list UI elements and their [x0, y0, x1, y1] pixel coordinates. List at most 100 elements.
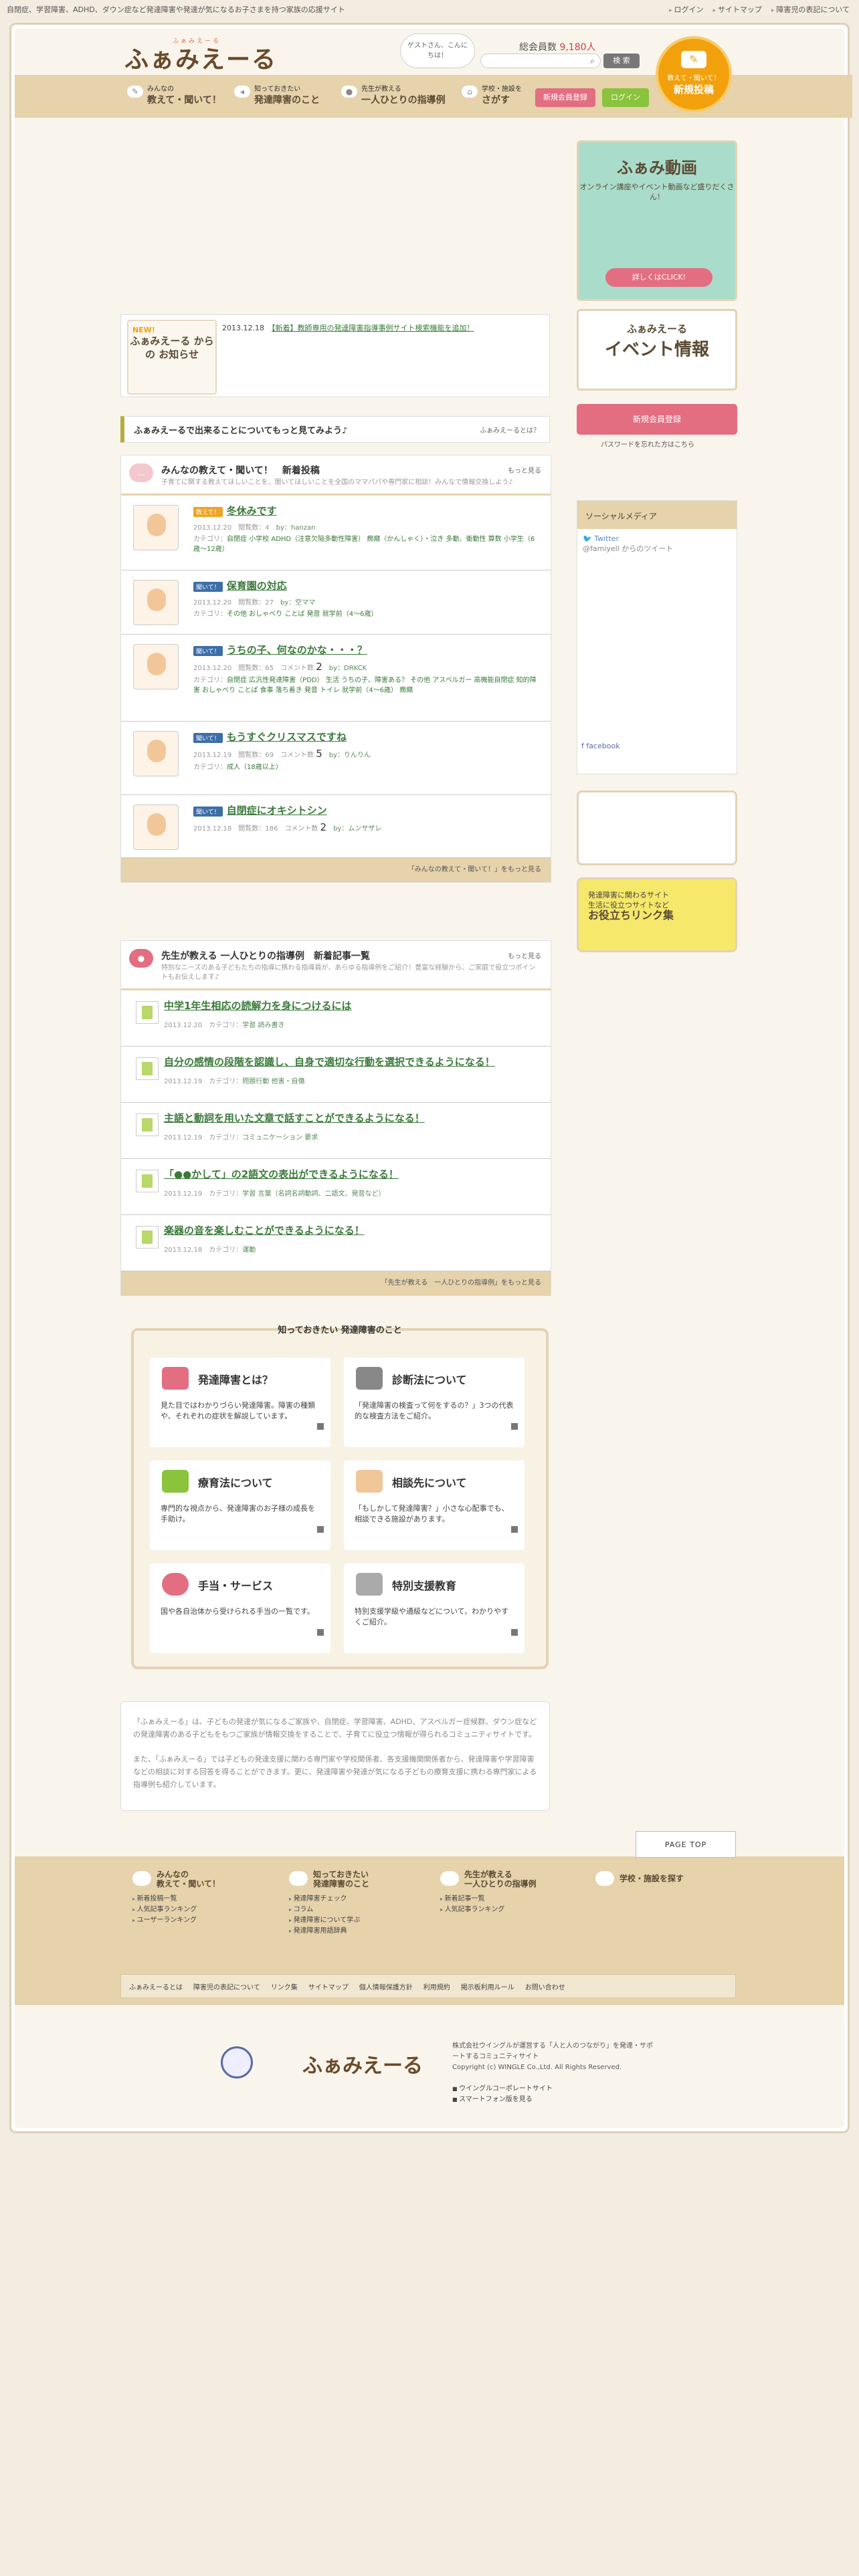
footer-col-heading[interactable]: 知っておきたい 発達障害のこと	[289, 1870, 369, 1889]
cat-values[interactable]: その他 おしゃべり ことば 発音 就学前（4〜6歳）	[227, 611, 377, 618]
login-link[interactable]: ログイン	[669, 4, 704, 15]
nav-teacher[interactable]: ● 先生が教える 一人ひとりの指導例	[335, 79, 455, 116]
logo-kana: ふぁみえーる	[173, 38, 221, 45]
footer-link[interactable]: 障害児の表記について	[193, 1981, 260, 1992]
event-banner[interactable]: ふぁみえーる イベント情報	[577, 309, 737, 391]
register-button[interactable]: 新規会員登録	[535, 88, 595, 107]
post-author[interactable]: by：DRKCK	[329, 665, 367, 672]
card-consult[interactable]: 相談先について 「もしかして発達障害？」小さな心配事でも、相談できる施設があります…	[344, 1461, 524, 1550]
post-title[interactable]: もうすぐクリスマスですね	[227, 731, 347, 743]
notation-link[interactable]: 障害児の表記について	[771, 4, 850, 15]
card-diagnosis[interactable]: 診断法について 「発達障害の検査って何をするの？」3つの代表的な検査方法をご紹介。	[344, 1358, 524, 1447]
card-special-education[interactable]: 特別支援教育 特別支援学級や通級などについて、わかりやすくご紹介。	[344, 1564, 524, 1653]
footer-link[interactable]: 人気記事ランキング	[132, 1905, 220, 1915]
teacher-more-link[interactable]: もっと見る	[508, 950, 541, 960]
qa-footer-link[interactable]: 「みんなの教えて・聞いて！」をもっと見る	[121, 858, 551, 882]
article-cat[interactable]: 問題行動 他害・自傷	[242, 1078, 304, 1085]
post-author[interactable]: by：hanzan	[276, 524, 316, 532]
post-author[interactable]: by：ムンサザレ	[333, 825, 381, 833]
article-title[interactable]: 楽器の音を楽しむことができるようになる！	[164, 1223, 541, 1237]
footer-link[interactable]: 利用規約	[423, 1981, 450, 1992]
forgot-password-link[interactable]: パスワードを忘れた方はこちら	[601, 439, 694, 449]
news-text[interactable]: 【新着】教師専用の発達障害指導事例サイト検索機能を追加！	[272, 324, 474, 332]
guest-greeting: ゲストさん、こんにちは！	[400, 33, 475, 68]
banner-area	[120, 120, 550, 301]
avatar	[133, 804, 179, 850]
post-title[interactable]: 保育園の対応	[227, 580, 287, 592]
video-title: ふぁみ動画	[617, 158, 697, 177]
twitter-widget[interactable]: 🐦 Twitter @famiyell からのツイート	[577, 529, 737, 554]
side-register-button[interactable]: 新規会員登録	[577, 404, 737, 435]
qa-more-link[interactable]: もっと見る	[508, 465, 541, 475]
cat-values[interactable]: 自閉症 広汎性発達障害（PDD） 生活 うちの子、障害ある？ その他 アスペルガ…	[193, 677, 537, 694]
news-item[interactable]: 2013.12.18 【新着】教師専用の発達障害指導事例サイト検索機能を追加！	[222, 322, 474, 333]
nav-qa[interactable]: ✎ みんなの 教えて・聞いて！	[120, 79, 227, 116]
footer-link[interactable]: リンク集	[271, 1981, 298, 1992]
footer-col-heading[interactable]: 先生が教える 一人ひとりの指導例	[440, 1870, 537, 1889]
footer-link[interactable]: 掲示板利用ルール	[461, 1981, 514, 1992]
nav-school[interactable]: ⌂ 学校・施設を さがす	[455, 79, 542, 116]
footer-link[interactable]: 人気記事ランキング	[440, 1905, 537, 1915]
member-label: 総会員数	[519, 42, 557, 53]
video-click-button[interactable]: 詳しくはCLICK!	[605, 268, 712, 287]
avatar	[133, 731, 179, 776]
footer-link[interactable]: 新着記事一覧	[440, 1894, 537, 1905]
footer-link[interactable]: 新着投稿一覧	[132, 1894, 220, 1905]
post-author[interactable]: by：りんりん	[329, 752, 371, 759]
about-link[interactable]: ふぁみえーるとは？	[480, 425, 540, 435]
article-title[interactable]: 中学1年生相応の読解力を身につけるには	[164, 998, 541, 1012]
new-post-button[interactable]: ✎ 教えて・聞いて！ 新規投稿	[656, 36, 732, 112]
arrow-icon	[317, 1629, 324, 1636]
links-banner[interactable]: 発達障害に関わるサイト 生活に役立つサイトなど お役立ちリンク集	[577, 877, 737, 952]
card-about-disorder[interactable]: 発達障害とは？ 見た目ではわかりづらい発達障害。障害の種類や、それぞれの症状を解説…	[150, 1358, 330, 1447]
login-button[interactable]: ログイン	[602, 88, 649, 107]
cat-label: カテゴリ：	[193, 611, 227, 618]
article-title[interactable]: 主語と動詞を用いた文章で話すことができるようになる！	[164, 1111, 541, 1125]
post-title[interactable]: うちの子、何なのかな・・・？	[227, 644, 367, 656]
article-cat[interactable]: 学習 言葉（名詞名詞動詞、二語文、発音など）	[242, 1190, 385, 1198]
video-banner[interactable]: ふぁみ動画 オンライン講座やイベント動画など盛りだくさん！ 詳しくはCLICK!	[577, 140, 737, 301]
article-meta: 2013.12.18 カテゴリ：運動	[164, 1247, 256, 1254]
footer-link[interactable]: お問い合わせ	[525, 1981, 565, 1992]
footer-link[interactable]: サイトマップ	[308, 1981, 349, 1992]
corporate-link[interactable]: ウイングルコーポレートサイト	[452, 2084, 553, 2095]
nav-hattatsu[interactable]: ◂ 知っておきたい 発達障害のこと	[227, 79, 335, 116]
footer-logo[interactable]: ふぁみえーる	[302, 2049, 423, 2078]
article-cat[interactable]: 運動	[242, 1247, 256, 1254]
footer-link[interactable]: ユーザーランキング	[132, 1915, 220, 1926]
cat-label: カテゴリ：	[193, 677, 227, 684]
article-cat[interactable]: 学習 読み書き	[242, 1022, 284, 1029]
post-title[interactable]: 冬休みです	[227, 505, 277, 517]
news-date: 2013.12.18	[222, 324, 264, 332]
article-cat[interactable]: コミュニケーション 要求	[242, 1134, 318, 1142]
footer-link[interactable]: コラム	[289, 1905, 369, 1915]
footer-link[interactable]: ふぁみえーるとは	[129, 1981, 183, 1992]
cat-values[interactable]: 成人（18歳以上）	[227, 764, 282, 771]
sitemap-link[interactable]: サイトマップ	[713, 4, 762, 15]
footer-col-heading[interactable]: みんなの 教えて・聞いて！	[132, 1870, 220, 1889]
newpost-small: 教えて・聞いて！	[667, 75, 721, 82]
article-title[interactable]: 「●●かして」の2語文の表出ができるようになる！	[164, 1167, 541, 1181]
teacher-footer-link[interactable]: 「先生が教える 一人ひとりの指導例」をもっと見る	[121, 1271, 551, 1295]
smartphone-link[interactable]: スマートフォン版を見る	[452, 2095, 553, 2105]
site-logo[interactable]: ふぁみえーる ふぁみえーる	[124, 38, 277, 75]
hattatsu-panel: 発達障害とは？ 見た目ではわかりづらい発達障害。障害の種類や、それぞれの症状を解説…	[131, 1328, 549, 1669]
post-title[interactable]: 自閉症にオキシトシン	[227, 804, 327, 817]
cat-values[interactable]: 自閉症 小学校 ADHD（注意欠陥多動性障害） 癇癪（かんしゃく）・泣き 多動、…	[193, 536, 535, 553]
post-meta: 2013.12.18 閲覧数：186 コメント数 2 by：ムンサザレ	[193, 821, 382, 833]
footer-link[interactable]: 発達障害用語辞典	[289, 1926, 369, 1937]
footer-col-heading[interactable]: 学校・施設を探す	[595, 1870, 684, 1886]
footer-link[interactable]: 発達障害について学ぶ	[289, 1915, 369, 1926]
footer-link[interactable]: 発達障害チェック	[289, 1894, 369, 1905]
facebook-widget[interactable]: f facebook	[581, 742, 620, 750]
card-therapy[interactable]: 療育法について 専門的な視点から、発達障害のお子様の成長を手助け。	[150, 1461, 330, 1550]
search-button[interactable]: 検 索	[603, 53, 640, 68]
page-top-button[interactable]: PAGE TOP	[636, 1831, 736, 1858]
article-icon	[136, 1057, 159, 1080]
footer-link[interactable]: 個人情報保護方針	[359, 1981, 413, 1992]
post-author[interactable]: by：空ママ	[280, 599, 315, 607]
card-allowance[interactable]: 手当・サービス 国や各自治体から受けられる手当の一覧です。	[150, 1564, 330, 1653]
heart-icon	[162, 1573, 189, 1596]
search-input[interactable]: ⌕	[480, 53, 601, 68]
article-title[interactable]: 自分の感情の段階を認識し、自身で適切な行動を選択できるようになる！	[164, 1055, 541, 1069]
